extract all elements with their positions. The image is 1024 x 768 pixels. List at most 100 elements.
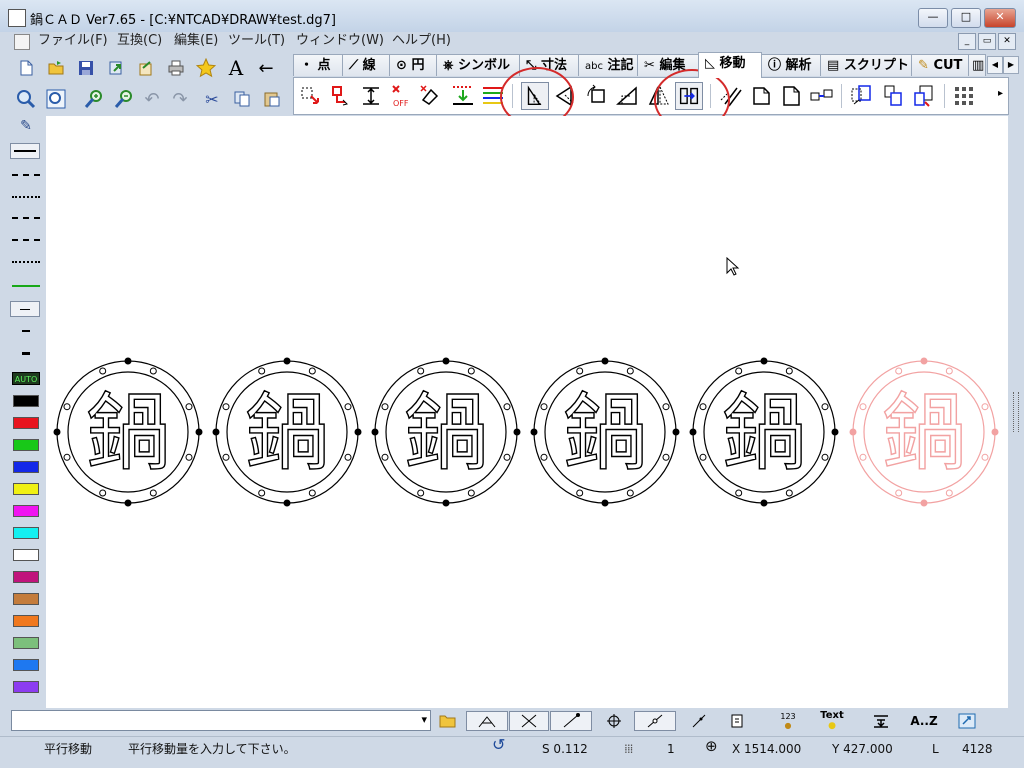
favorite-star-icon[interactable]	[194, 56, 218, 80]
numbering-button[interactable]: 123 ●	[774, 711, 802, 731]
menu-compat[interactable]: 互換(C)	[117, 32, 162, 50]
line-width-medium[interactable]	[22, 330, 30, 332]
tab-symbol[interactable]: ⎈ シンボル	[436, 54, 520, 76]
text-button[interactable]: Text ●	[817, 711, 847, 732]
scale-icon[interactable]	[613, 82, 641, 110]
dropdown-arrow-icon[interactable]: ▾	[421, 713, 427, 726]
layer-down-icon[interactable]	[870, 711, 892, 731]
snap-intersection-button[interactable]	[466, 711, 508, 731]
color-swatch[interactable]	[13, 395, 39, 407]
snap-center-icon[interactable]	[603, 711, 625, 731]
mdi-minimize-button[interactable]: _	[958, 33, 976, 50]
tab-point[interactable]: ・ 点	[293, 54, 343, 76]
line-style-solid-button[interactable]	[10, 143, 40, 159]
line-style-dash-dot[interactable]	[12, 217, 40, 219]
eyedropper-icon[interactable]: ✎	[16, 118, 36, 136]
grid-array-icon[interactable]	[950, 82, 978, 110]
toolbar-more-icon[interactable]: ▸	[998, 88, 1003, 99]
align-bottom-icon[interactable]	[449, 82, 477, 110]
menu-tools[interactable]: ツール(T)	[228, 32, 285, 50]
zoom-out-icon[interactable]	[112, 87, 136, 111]
color-swatch[interactable]	[13, 527, 39, 539]
menu-help[interactable]: ヘルプ(H)	[392, 32, 451, 50]
line-style-long-dash[interactable]	[12, 239, 40, 241]
line-style-fine-dot[interactable]	[12, 261, 40, 263]
paste-icon[interactable]	[260, 87, 284, 111]
zoom-in-icon[interactable]	[82, 87, 106, 111]
line-width-thin-button[interactable]	[10, 301, 40, 317]
tab-overflow[interactable]: ▥	[968, 54, 986, 76]
text-tool-icon[interactable]: A	[224, 56, 248, 80]
back-arrow-icon[interactable]: ←	[254, 56, 278, 80]
scrollbar-grip[interactable]	[1013, 392, 1019, 432]
color-swatch[interactable]	[13, 615, 39, 627]
mdi-close-button[interactable]: ✕	[998, 33, 1016, 50]
erase-icon[interactable]	[417, 82, 445, 110]
color-swatch[interactable]	[13, 439, 39, 451]
move-preview-stamp[interactable]	[849, 357, 999, 507]
layout-move-icon[interactable]	[910, 82, 938, 110]
line-width-thick[interactable]	[22, 352, 30, 355]
color-swatch[interactable]	[13, 483, 39, 495]
stamp-drawing[interactable]	[689, 357, 839, 507]
redo-icon[interactable]: ↷	[168, 87, 192, 111]
stamp-drawing[interactable]	[530, 357, 680, 507]
line-style-dotted[interactable]	[12, 196, 40, 198]
move-to-layer-icon[interactable]	[807, 82, 835, 110]
zoom-fit-icon[interactable]	[44, 87, 68, 111]
tab-circle[interactable]: ⊙ 円	[389, 54, 437, 76]
color-swatch[interactable]	[13, 681, 39, 693]
print-icon[interactable]	[164, 56, 188, 80]
rotate-icon[interactable]	[583, 82, 611, 110]
cut-icon[interactable]: ✂	[200, 87, 224, 111]
stamp-drawing[interactable]	[371, 357, 521, 507]
stamp-drawing[interactable]	[53, 357, 203, 507]
color-swatch[interactable]	[13, 637, 39, 649]
refresh-icon[interactable]: ↺	[492, 737, 505, 753]
save-icon[interactable]	[74, 56, 98, 80]
maximize-button[interactable]: □	[951, 8, 981, 28]
page-icon[interactable]	[777, 82, 805, 110]
zoom-window-icon[interactable]	[14, 87, 38, 111]
move-selected-icon[interactable]	[297, 82, 325, 110]
snap-cross-button[interactable]	[509, 711, 549, 731]
line-style-dashed[interactable]	[12, 174, 40, 176]
tab-scroll-right-button[interactable]: ▶	[1003, 56, 1019, 74]
open-folder-icon[interactable]	[44, 56, 68, 80]
tab-cut[interactable]: ✎ CUT	[911, 54, 969, 76]
minimize-button[interactable]: —	[918, 8, 948, 28]
color-swatch[interactable]	[13, 549, 39, 561]
color-swatch[interactable]	[13, 461, 39, 473]
import-icon[interactable]	[104, 56, 128, 80]
stamp-drawing[interactable]	[212, 357, 362, 507]
vertical-scrollbar[interactable]	[1008, 116, 1024, 708]
copy-icon[interactable]	[230, 87, 254, 111]
color-swatch[interactable]	[13, 593, 39, 605]
tab-line[interactable]: ⟋ 線	[342, 54, 390, 76]
line-style-green[interactable]	[12, 285, 40, 287]
snap-endpoint-button[interactable]	[550, 711, 592, 731]
auto-color-button[interactable]: AUTO	[12, 372, 40, 385]
layout-copy-icon[interactable]	[879, 82, 907, 110]
close-button[interactable]: ✕	[984, 8, 1016, 28]
copy-move-icon[interactable]	[327, 82, 355, 110]
snap-off-icon[interactable]: OFF	[387, 82, 415, 110]
group-move-icon[interactable]	[847, 82, 875, 110]
menu-window[interactable]: ウィンドウ(W)	[296, 32, 384, 50]
tab-analysis[interactable]: ⓘ 解析	[761, 54, 821, 76]
tab-scroll-left-button[interactable]: ◀	[987, 56, 1003, 74]
snap-grid-icon[interactable]	[726, 711, 748, 731]
snap-nearest-icon[interactable]	[688, 711, 710, 731]
menu-file[interactable]: ファイル(F)	[38, 32, 108, 50]
folder-icon[interactable]	[438, 711, 458, 731]
mdi-restore-button[interactable]: ▭	[978, 33, 996, 50]
tab-script[interactable]: ▤ スクリプト	[820, 54, 912, 76]
stretch-vertical-icon[interactable]	[357, 82, 385, 110]
color-swatch[interactable]	[13, 659, 39, 671]
export-icon[interactable]	[134, 56, 158, 80]
sort-button[interactable]: A..Z	[908, 711, 940, 731]
command-input[interactable]: ▾	[11, 710, 431, 731]
drawing-canvas[interactable]: 鍋	[46, 116, 1008, 708]
tab-annotation[interactable]: abc 注記	[578, 54, 638, 76]
snap-midpoint-button[interactable]	[634, 711, 676, 731]
